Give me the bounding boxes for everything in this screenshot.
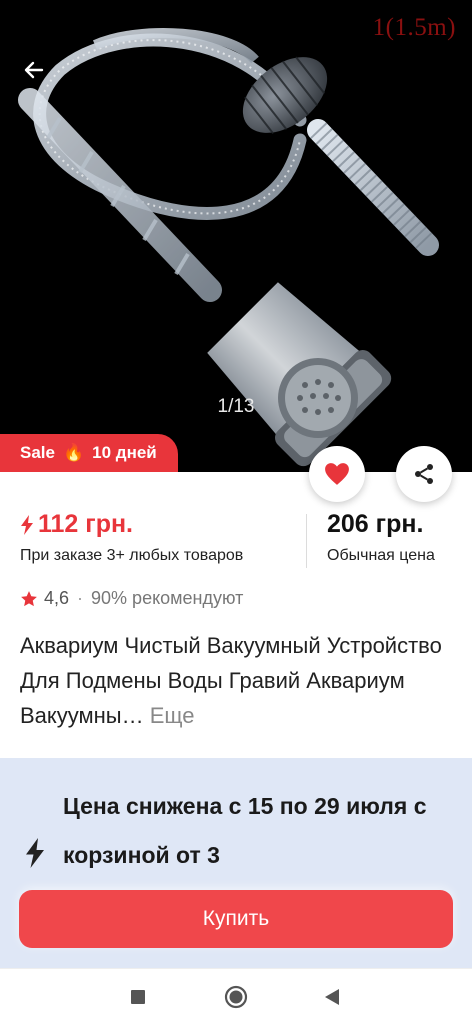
sale-label: Sale: [20, 443, 55, 462]
recommend-rate: 90% рекомендуют: [91, 588, 244, 608]
regular-price-block: 206 грн. Обычная цена: [327, 510, 435, 565]
bolt-icon: [21, 514, 33, 535]
sale-duration: 10 дней: [92, 443, 157, 462]
sale-price: 112 грн.: [20, 510, 243, 539]
price-section: 112 грн. При заказе 3+ любых товаров 206…: [0, 506, 472, 576]
bolt-icon: [26, 838, 44, 868]
system-back-button[interactable]: [319, 984, 345, 1010]
square-icon: [131, 990, 145, 1004]
gallery-counter: 1/13: [217, 396, 255, 417]
product-title: Аквариум Чистый Вакуумный Устройство Для…: [20, 628, 460, 733]
regular-price: 206 грн.: [327, 510, 424, 538]
circle-icon: [224, 985, 248, 1009]
system-nav-bar: [0, 968, 472, 1024]
sale-price-condition: При заказе 3+ любых товаров: [20, 547, 244, 564]
home-button[interactable]: [223, 984, 249, 1010]
recent-apps-button[interactable]: [125, 984, 151, 1010]
image-watermark: 1(1.5m): [372, 14, 456, 41]
product-title-text: Аквариум Чистый Вакуумный Устройство Для…: [20, 633, 442, 728]
price-divider: [306, 514, 307, 568]
show-more-link[interactable]: Еще: [150, 703, 195, 728]
triangle-back-icon: [325, 989, 339, 1005]
promo-text: Цена снижена с 15 по 29 июля с корзиной …: [63, 793, 427, 868]
fire-icon: 🔥: [62, 443, 85, 462]
sale-price-block: 112 грн. При заказе 3+ любых товаров: [20, 510, 243, 565]
heart-icon: [325, 463, 349, 485]
sale-badge: Sale 🔥 10 дней: [0, 434, 178, 472]
buy-button[interactable]: Купить: [19, 890, 453, 948]
share-button[interactable]: [396, 446, 452, 502]
rating-row[interactable]: 4,6 · 90% рекомендуют: [20, 588, 243, 609]
favorite-button[interactable]: [309, 446, 365, 502]
back-button[interactable]: [14, 50, 54, 90]
sale-price-value: 112 грн.: [38, 510, 134, 538]
arrow-left-icon: [24, 61, 44, 79]
rating-value: 4,6: [44, 588, 70, 608]
regular-price-label: Обычная цена: [327, 547, 435, 564]
share-icon: [415, 464, 433, 484]
rating-separator: ·: [77, 588, 84, 608]
product-gallery[interactable]: 1(1.5m) 1/13 Sale 🔥 10 дней: [0, 0, 472, 472]
star-icon: [21, 590, 37, 606]
